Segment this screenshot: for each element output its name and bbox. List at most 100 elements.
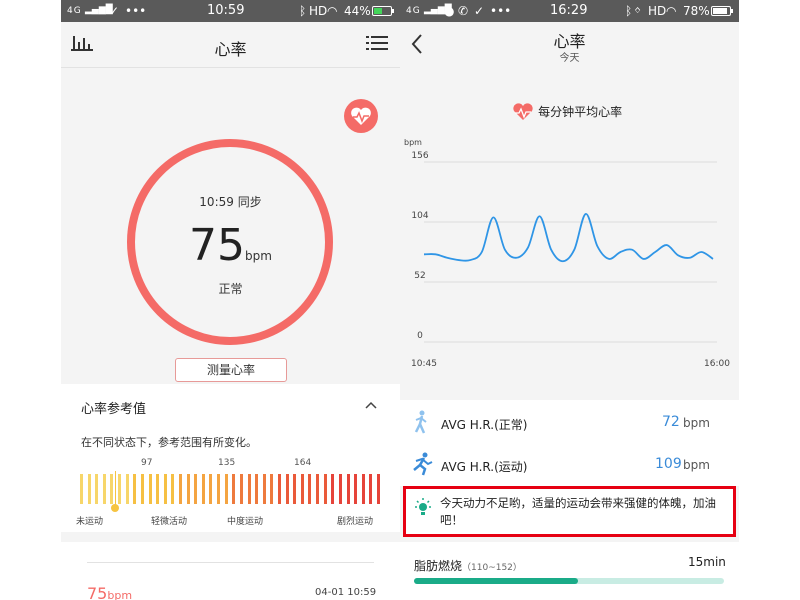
scale-bar [95, 474, 99, 504]
check-icon: ✓ [109, 4, 120, 18]
measure-button[interactable]: 测量心率 [175, 358, 287, 382]
bluetooth-icon: ᛒ [625, 4, 633, 18]
battery-level [713, 8, 728, 14]
scale-bar [194, 474, 198, 504]
scale-bar [232, 474, 236, 504]
wifi-icon: ◠ [666, 4, 677, 18]
heart-rate-state: 正常 [218, 282, 243, 296]
scale-bar [133, 474, 137, 504]
app-header: 心率 [61, 22, 400, 68]
zone-label: 中度运动 [227, 517, 264, 527]
scale-bar [323, 474, 327, 504]
scale-bar [239, 474, 243, 504]
scale-bar [102, 474, 106, 504]
record-value: 75 [87, 584, 108, 600]
y-tick-label: 104 [411, 211, 428, 221]
stat-row-exercise[interactable]: AVG H.R.(运动) 109 bpm [400, 444, 739, 486]
clock: 16:29 [550, 3, 588, 18]
chart-heading: 每分钟平均心率 [513, 101, 622, 121]
scale-bar [361, 474, 365, 504]
heart-rate-value: 75 [189, 220, 246, 271]
heart-rate-unit: bpm [245, 249, 272, 263]
scale-bar [171, 474, 175, 504]
more-icon: ••• [125, 4, 147, 18]
heart-rate-screen: 4G ▂▄▆█ ✓ ••• 10:59 ᛒ HD ◠ 44% 心率 10:59 … [61, 0, 400, 600]
scale-bar [270, 474, 274, 504]
scale-bar [293, 474, 297, 504]
scale-bar [201, 474, 205, 504]
menu-icon[interactable] [366, 35, 388, 51]
lightbulb-icon [415, 498, 431, 515]
y-tick-label: 52 [414, 271, 425, 281]
fat-burn-range: （110~152） [462, 563, 522, 573]
reference-description: 在不同状态下，参考范围有所变化。 [81, 436, 257, 449]
stat-value: 72 [662, 414, 680, 430]
stat-value: 109 [655, 456, 682, 472]
page-subtitle: 今天 [559, 53, 580, 64]
heartbeat-icon [351, 107, 371, 125]
stat-label: AVG H.R.(正常) [441, 418, 528, 432]
motivation-tip: 今天动力不足哟，适量的运动会带来强健的体魄，加油吧！ [403, 486, 736, 537]
sync-time: 10:59 同步 [199, 195, 262, 209]
page-title: 心率 [214, 40, 247, 59]
x-tick-label: 16:00 [704, 359, 730, 369]
stat-unit: bpm [683, 458, 710, 472]
scale-bar [140, 474, 144, 504]
y-tick-label: 0 [417, 331, 423, 341]
scale-bar [278, 474, 281, 504]
scale-bar [377, 474, 380, 504]
record-unit: bpm [107, 589, 133, 600]
scale-bar [186, 474, 190, 504]
scale-bar [354, 474, 358, 504]
battery-percent: 44% [344, 4, 371, 18]
threshold-label: 135 [218, 458, 236, 468]
heart-badge [344, 99, 378, 133]
check-icon: ✓ [474, 4, 485, 18]
scale-bar [255, 474, 259, 504]
scale-bar [148, 474, 152, 504]
header-divider [61, 67, 400, 68]
battery-icon [372, 6, 394, 16]
wifi-icon: ◠ [327, 4, 338, 18]
fat-burn-duration: 15min [688, 555, 726, 569]
zone-label: 剧烈运动 [337, 517, 374, 527]
zone-label: 轻微活动 [151, 517, 188, 527]
scale-bar [110, 474, 114, 504]
y-axis-label: bpm [404, 138, 422, 147]
record-divider [87, 562, 374, 563]
heart-rate-reading: 75bpm [61, 220, 400, 271]
scale-bar [308, 474, 312, 504]
record-item[interactable]: 75bpm [87, 584, 132, 600]
stat-unit: bpm [683, 416, 710, 430]
mute-icon: ᛜ [634, 4, 642, 18]
chart-title: 每分钟平均心率 [538, 105, 623, 119]
heartbeat-icon [513, 102, 533, 120]
scale-bar [247, 474, 251, 504]
stat-row-normal[interactable]: AVG H.R.(正常) 72 bpm [400, 402, 739, 444]
app-header: 心率 今天 [400, 22, 739, 68]
scale-bar [300, 474, 304, 504]
chevron-up-icon[interactable] [364, 400, 378, 410]
threshold-label: 97 [141, 458, 153, 468]
scale-bar [118, 474, 122, 504]
scale-bar [369, 474, 373, 504]
x-tick-label: 10:45 [411, 359, 437, 369]
battery-level [374, 8, 382, 14]
scale-bar [224, 474, 228, 504]
status-bar: 4G ▂▄▆█ ● ✆ ✓ ••• 16:29 ᛒ ᛜ HD ◠ 78% [400, 0, 739, 22]
status-bar: 4G ▂▄▆█ ✓ ••• 10:59 ᛒ HD ◠ 44% [61, 0, 400, 22]
network-indicator: 4G [406, 6, 421, 16]
scale-marker-line [115, 471, 117, 505]
scale-bar [209, 474, 213, 504]
clock: 10:59 [207, 3, 245, 18]
fat-burn-progress [414, 578, 724, 584]
scale-bar [80, 474, 83, 504]
bluetooth-icon: ᛒ [299, 4, 307, 18]
scale-bar [346, 474, 350, 504]
scale-bar [338, 474, 342, 504]
hd-indicator: HD [309, 4, 328, 18]
walking-icon [414, 410, 427, 434]
scale-bar [156, 474, 160, 504]
tip-text: 今天动力不足哟，适量的运动会带来强健的体魄，加油吧！ [440, 496, 716, 527]
threshold-label: 164 [294, 458, 312, 468]
